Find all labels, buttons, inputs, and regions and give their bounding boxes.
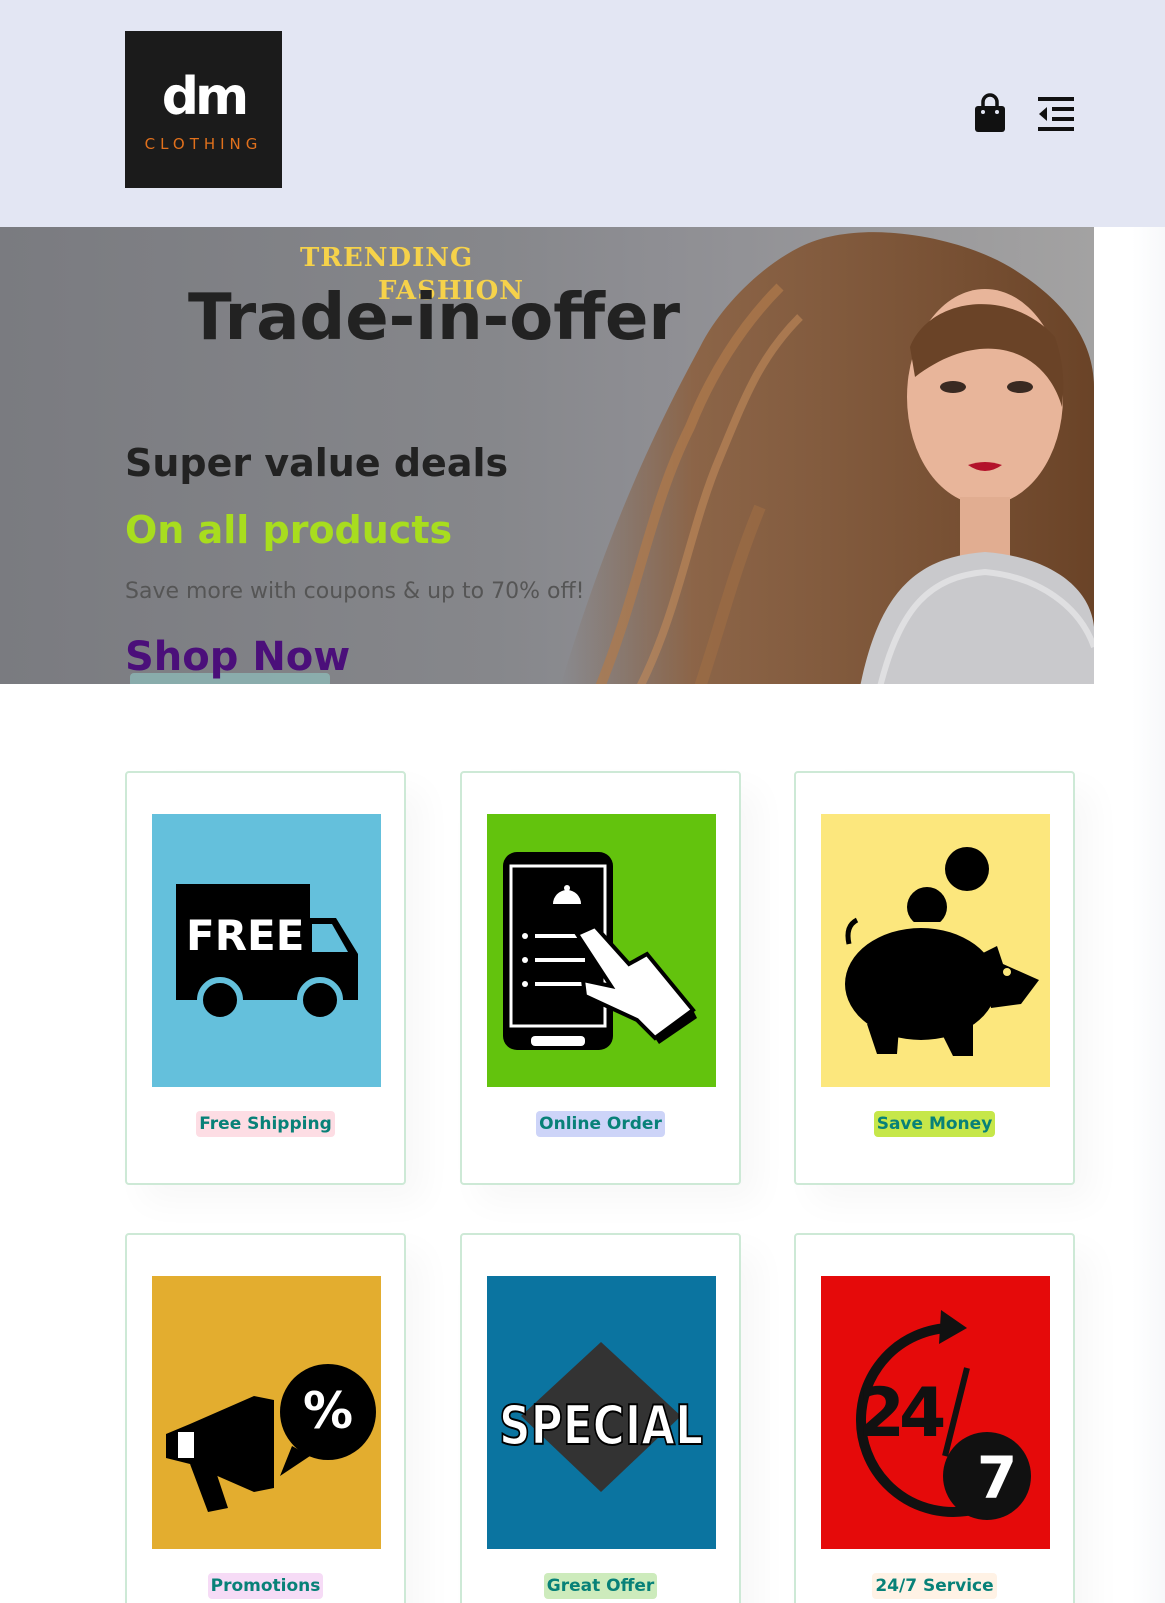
feature-label: Promotions bbox=[207, 1573, 324, 1599]
hero-subheading: On all products bbox=[125, 508, 453, 552]
site-header: dm CLOTHING bbox=[0, 0, 1165, 227]
logo-mark: dm bbox=[161, 67, 249, 127]
menu-button[interactable] bbox=[1036, 94, 1078, 134]
svg-text:FREE: FREE bbox=[186, 911, 304, 960]
hero-description: Save more with coupons & up to 70% off! bbox=[125, 579, 585, 604]
logo-subtitle: CLOTHING bbox=[144, 135, 263, 153]
page-edge-shadow bbox=[1132, 227, 1165, 1603]
feature-box-promotions[interactable]: % Promotions bbox=[125, 1233, 406, 1603]
free-shipping-truck-icon: FREE bbox=[152, 814, 381, 1087]
cart-button[interactable] bbox=[970, 92, 1010, 134]
megaphone-percent-icon: % bbox=[152, 1276, 381, 1549]
hero-badge-line-1: TRENDING bbox=[300, 243, 474, 273]
online-order-phone-icon bbox=[487, 814, 716, 1087]
feature-box-online-order[interactable]: Online Order bbox=[460, 771, 741, 1185]
brand-logo[interactable]: dm CLOTHING bbox=[125, 31, 282, 188]
shopping-bag-icon bbox=[975, 93, 1005, 132]
shop-now-button[interactable]: Shop Now bbox=[125, 634, 350, 680]
piggy-bank-icon bbox=[821, 814, 1050, 1087]
feature-box-24-7-service[interactable]: 7 24 24/7 Service bbox=[794, 1233, 1075, 1603]
feature-label: 24/7 Service bbox=[872, 1573, 997, 1599]
feature-box-save-money[interactable]: Save Money bbox=[794, 771, 1075, 1185]
svg-text:%: % bbox=[303, 1382, 353, 1440]
feature-label: Save Money bbox=[873, 1111, 996, 1137]
hero-title: Trade-in-offer bbox=[188, 281, 680, 355]
feature-label: Online Order bbox=[536, 1111, 665, 1137]
hero-banner: TRENDING FASHION Trade-in-offer Super va… bbox=[0, 227, 1094, 684]
special-badge-icon: SPECIAL bbox=[487, 1276, 716, 1549]
feature-label: Free Shipping bbox=[196, 1111, 335, 1137]
svg-text:SPECIAL: SPECIAL bbox=[499, 1394, 703, 1457]
svg-text:7: 7 bbox=[977, 1444, 1017, 1512]
feature-box-free-shipping[interactable]: FREE Free Shipping bbox=[125, 771, 406, 1185]
24-7-service-icon: 7 24 bbox=[821, 1276, 1050, 1549]
svg-text:24: 24 bbox=[858, 1374, 944, 1453]
feature-label: Great Offer bbox=[543, 1573, 658, 1599]
hero-heading: Super value deals bbox=[125, 441, 509, 485]
feature-box-great-offer[interactable]: SPECIAL Great Offer bbox=[460, 1233, 741, 1603]
menu-outdent-icon bbox=[1038, 97, 1074, 131]
